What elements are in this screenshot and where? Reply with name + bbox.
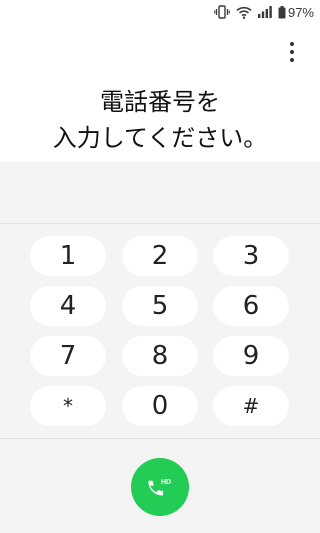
key-4[interactable]: 4 [30, 286, 106, 326]
key-9[interactable]: 9 [213, 336, 289, 376]
keypad-divider [0, 438, 320, 439]
battery-status: 97% [278, 5, 314, 20]
battery-percent: 97% [287, 4, 314, 20]
more-vertical-icon [290, 42, 294, 46]
more-vertical-icon-dot [290, 50, 294, 54]
prompt-line-2: 入力してください。 [52, 124, 268, 152]
key-0[interactable]: 0 [122, 386, 198, 426]
status-bar: 97% [0, 0, 320, 24]
vibrate-icon [214, 5, 230, 19]
key-1[interactable]: 1 [30, 236, 106, 276]
battery-icon [278, 5, 286, 18]
key-hash[interactable]: # [213, 386, 289, 426]
call-button[interactable]: HD [131, 458, 189, 516]
key-2[interactable]: 2 [122, 236, 198, 276]
hd-phone-icon: HD [148, 479, 171, 496]
key-3[interactable]: 3 [213, 236, 289, 276]
more-options-button[interactable] [282, 38, 302, 66]
wifi-icon [236, 6, 252, 19]
key-5[interactable]: 5 [122, 286, 198, 326]
key-7[interactable]: 7 [30, 336, 106, 376]
prompt-line-1: 電話番号を [100, 88, 220, 116]
signal-icon [257, 6, 272, 18]
key-star[interactable]: * [30, 386, 106, 426]
hd-badge: HD [161, 479, 171, 486]
more-vertical-icon-dot [290, 58, 294, 62]
number-display-field[interactable] [0, 162, 320, 224]
enter-number-prompt: 電話番号を 入力してください。 [0, 84, 320, 156]
key-6[interactable]: 6 [213, 286, 289, 326]
key-8[interactable]: 8 [122, 336, 198, 376]
dialpad-panel: 1 2 3 4 5 6 7 8 9 * 0 # HD [0, 162, 320, 533]
